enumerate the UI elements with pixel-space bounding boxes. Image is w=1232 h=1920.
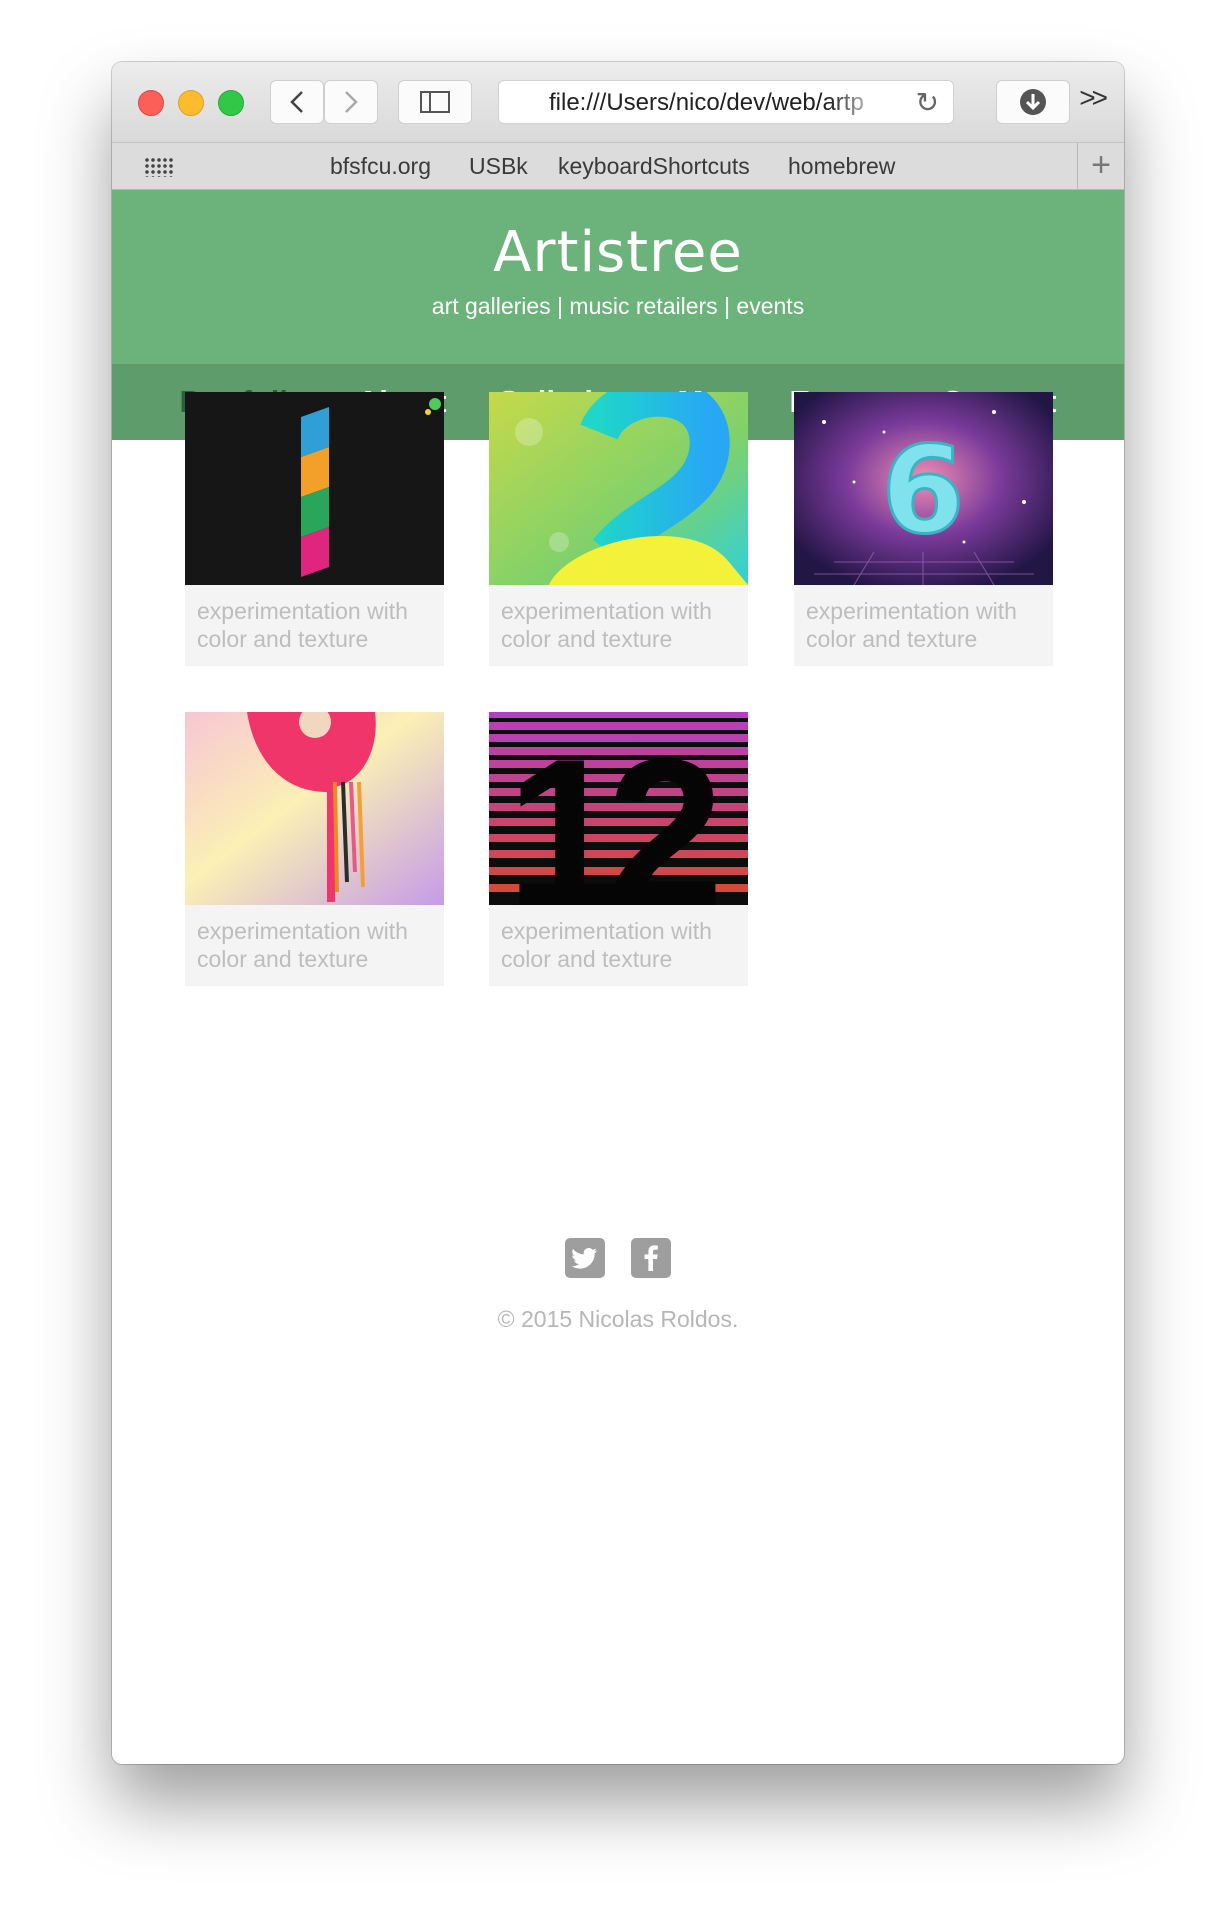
artwork-number-2[interactable]	[489, 392, 748, 585]
svg-text:12: 12	[506, 715, 716, 905]
minimize-window-button[interactable]	[178, 90, 204, 116]
gallery-card[interactable]: experimentation with color and texture	[489, 392, 748, 666]
artwork-number-9[interactable]	[185, 712, 444, 905]
reload-icon[interactable]: ↻	[916, 86, 939, 119]
bookmark-item[interactable]: keyboardShortcuts	[558, 153, 750, 180]
sidebar-icon	[420, 91, 450, 113]
twitter-icon[interactable]	[565, 1238, 605, 1278]
address-bar[interactable]: file:///Users/nico/dev/web/artp ↻	[498, 80, 954, 124]
bookmark-item[interactable]: USBk	[469, 153, 528, 180]
artwork-number-12[interactable]: 12	[489, 712, 748, 905]
gallery-card[interactable]: 12 experimentation with color and textur…	[489, 712, 748, 986]
zoom-window-button[interactable]	[218, 90, 244, 116]
bookmark-item[interactable]: bfsfcu.org	[330, 153, 431, 180]
svg-text:6: 6	[881, 422, 965, 561]
more-toolbar-items-icon[interactable]: >>	[1079, 82, 1108, 114]
social-links	[112, 1238, 1124, 1278]
bookmarks-bar: bfsfcu.org USBk keyboardShortcuts homebr…	[112, 143, 1124, 190]
artwork-number-6[interactable]: 6	[794, 392, 1053, 585]
downloads-button[interactable]	[996, 80, 1070, 124]
site-title[interactable]: Artistree	[112, 190, 1124, 285]
gallery-card[interactable]: 6 experimentation with color and texture	[794, 392, 1053, 666]
site-header: Artistree art galleries | music retailer…	[112, 190, 1124, 364]
gallery-caption: experimentation with color and texture	[501, 918, 712, 972]
gallery-caption: experimentation with color and texture	[197, 598, 408, 652]
new-tab-plus-icon[interactable]: +	[1077, 143, 1124, 189]
site-tagline: art galleries | music retailers | events	[431, 293, 805, 319]
artwork-number-1[interactable]	[185, 392, 444, 585]
gallery-caption: experimentation with color and texture	[501, 598, 712, 652]
forward-button[interactable]	[324, 80, 378, 124]
chevron-right-icon	[345, 91, 358, 113]
top-sites-grid-icon[interactable]	[144, 157, 174, 177]
browser-toolbar: file:///Users/nico/dev/web/artp ↻ >>	[112, 62, 1124, 143]
site-footer: © 2015 Nicolas Roldos.	[112, 1238, 1124, 1333]
copyright-text: © 2015 Nicolas Roldos.	[497, 1306, 739, 1332]
bookmark-item[interactable]: homebrew	[788, 153, 895, 180]
back-button[interactable]	[270, 80, 324, 124]
gallery-caption: experimentation with color and texture	[806, 598, 1017, 652]
close-window-button[interactable]	[138, 90, 164, 116]
facebook-icon[interactable]	[631, 1238, 671, 1278]
sidebar-toggle-button[interactable]	[398, 80, 472, 124]
download-icon	[1020, 89, 1046, 115]
browser-window: file:///Users/nico/dev/web/artp ↻ >> bfs…	[112, 62, 1124, 1764]
chevron-left-icon	[290, 91, 303, 113]
gallery-card[interactable]: experimentation with color and texture	[185, 712, 444, 986]
gallery-card[interactable]: experimentation with color and texture	[185, 392, 444, 666]
gallery-caption: experimentation with color and texture	[197, 918, 408, 972]
